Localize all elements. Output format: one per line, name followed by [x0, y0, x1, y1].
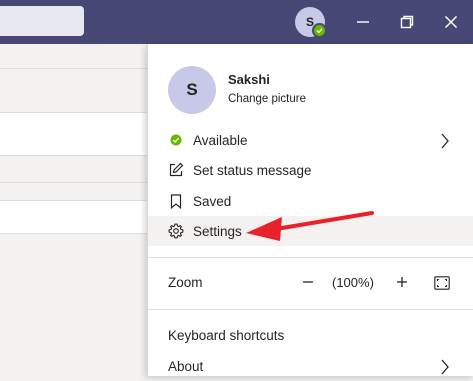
gear-icon: [168, 223, 184, 239]
divider: [0, 68, 150, 69]
bookmark-icon: [168, 193, 184, 209]
menu-item-set-status-message[interactable]: Set status message: [148, 155, 473, 185]
zoom-out-button[interactable]: [298, 272, 318, 292]
menu-item-label: Settings: [193, 223, 242, 239]
search-input[interactable]: [0, 6, 84, 36]
menu-item-saved[interactable]: Saved: [148, 186, 473, 216]
title-bar: S: [0, 0, 473, 44]
chevron-right-icon: [441, 133, 449, 149]
divider: [148, 257, 473, 258]
background-app-area: [0, 44, 150, 376]
menu-item-settings[interactable]: Settings: [148, 216, 473, 246]
close-icon: [444, 15, 458, 29]
zoom-in-button[interactable]: [392, 272, 412, 292]
menu-item-label: Available: [193, 132, 248, 148]
menu-item-label: Set status message: [193, 162, 312, 178]
chevron-right-icon: [441, 359, 449, 375]
zoom-label: Zoom: [168, 275, 203, 290]
available-status-icon: [168, 132, 184, 148]
profile-name: Sakshi: [228, 72, 270, 87]
zoom-level: (100%): [332, 275, 374, 290]
background-card: [0, 200, 150, 234]
edit-status-icon: [168, 162, 184, 178]
change-picture-link[interactable]: Change picture: [228, 93, 306, 105]
menu-item-label: Saved: [193, 193, 232, 209]
background-card: [0, 112, 150, 156]
fit-screen-icon: [434, 276, 450, 290]
menu-item-keyboard-shortcuts[interactable]: Keyboard shortcuts: [168, 328, 284, 343]
divider: [0, 182, 150, 183]
minimize-button[interactable]: [347, 6, 379, 38]
minimize-icon: [357, 21, 369, 23]
menu-item-available[interactable]: Available: [148, 125, 473, 155]
menu-item-about[interactable]: About: [148, 351, 473, 381]
divider: [148, 309, 473, 310]
menu-item-label: About: [168, 358, 204, 374]
profile-avatar-button[interactable]: S: [295, 7, 327, 38]
maximize-button[interactable]: [391, 6, 423, 38]
available-status-icon: [312, 23, 327, 38]
profile-menu-panel: S Sakshi Change picture Available Set st…: [147, 44, 473, 376]
plus-icon: [397, 277, 407, 287]
maximize-icon: [400, 15, 414, 29]
minus-icon: [303, 281, 313, 283]
zoom-control: Zoom (100%): [148, 268, 473, 298]
close-button[interactable]: [435, 6, 467, 38]
fit-to-screen-button[interactable]: [432, 273, 452, 293]
profile-avatar[interactable]: S: [168, 66, 216, 114]
